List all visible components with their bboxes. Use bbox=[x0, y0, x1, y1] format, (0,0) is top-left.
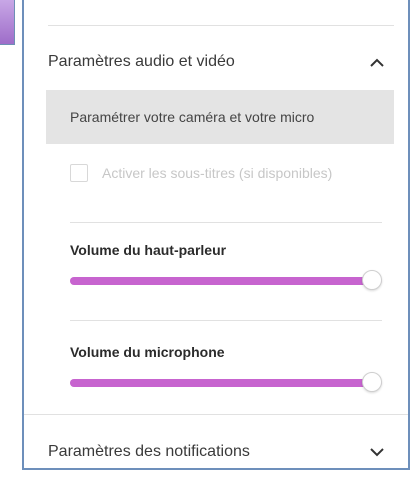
slider-thumb[interactable] bbox=[362, 372, 382, 392]
audio-video-section-header[interactable]: Paramètres audio et vidéo bbox=[24, 32, 408, 92]
subtitles-option: Activer les sous-titres (si disponibles) bbox=[70, 160, 332, 186]
speaker-volume-slider[interactable] bbox=[70, 270, 382, 292]
notifications-section-header[interactable]: Paramètres des notifications bbox=[24, 422, 408, 482]
chevron-down-icon[interactable] bbox=[368, 443, 386, 461]
divider bbox=[70, 320, 382, 321]
divider bbox=[24, 414, 408, 415]
subtitles-label: Activer les sous-titres (si disponibles) bbox=[102, 165, 333, 181]
audio-video-section-title: Paramètres audio et vidéo bbox=[48, 53, 235, 70]
slider-fill bbox=[70, 277, 372, 285]
camera-mic-settings-label: Paramétrer votre caméra et votre micro bbox=[70, 109, 315, 125]
speaker-volume-label: Volume du haut-parleur bbox=[70, 242, 227, 258]
microphone-volume-label: Volume du microphone bbox=[70, 344, 225, 360]
slider-fill bbox=[70, 379, 372, 387]
top-divider bbox=[48, 25, 394, 26]
settings-panel: Paramètres audio et vidéo Paramétrer vot… bbox=[22, 0, 410, 470]
divider bbox=[70, 222, 382, 223]
subtitles-checkbox[interactable] bbox=[70, 164, 88, 182]
sidebar-thumbnail[interactable] bbox=[0, 0, 15, 45]
microphone-volume-slider[interactable] bbox=[70, 372, 382, 394]
chevron-up-icon[interactable] bbox=[368, 53, 386, 71]
left-sidebar-strip bbox=[0, 0, 20, 468]
camera-mic-settings-link[interactable]: Paramétrer votre caméra et votre micro bbox=[46, 90, 394, 144]
slider-thumb[interactable] bbox=[362, 270, 382, 290]
notifications-section-title: Paramètres des notifications bbox=[48, 443, 250, 460]
